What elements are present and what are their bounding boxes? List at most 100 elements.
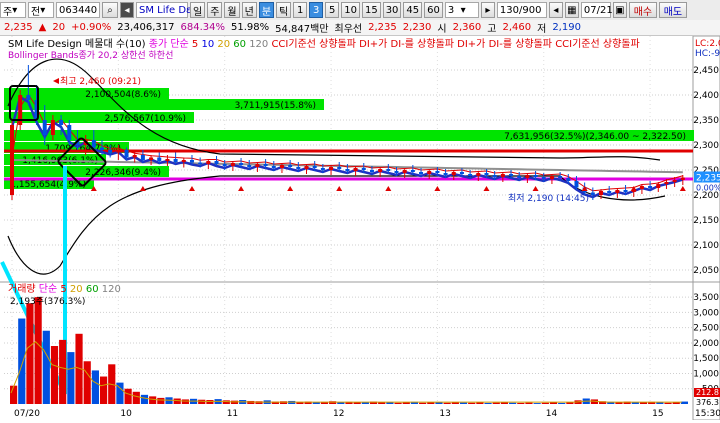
interval-45-button[interactable]: 45	[403, 2, 423, 18]
time-tick-label: 12	[333, 409, 344, 419]
candle-body	[484, 173, 489, 175]
period-day-button[interactable]: 일	[190, 2, 206, 18]
candle-body	[639, 186, 644, 189]
title-item: 10	[201, 39, 217, 50]
toolbar: 주 ▾ 전 ▾ 063440 ⌕ ◂ SM Life Dε 일 주 월 년 분 틱 …	[0, 0, 720, 21]
price-tick-label: 2,100	[693, 241, 719, 251]
candle-body	[549, 176, 554, 179]
time-tick-label: 07/20	[14, 409, 40, 419]
candle-body	[304, 166, 309, 169]
quote-row: 2,235 ▲ 20 +0.90% 23,406,317 684.34% 51.…	[0, 20, 720, 36]
calendar-icon[interactable]: ▦	[564, 2, 579, 18]
candle-body	[664, 182, 669, 184]
volume-bar	[10, 385, 18, 404]
interval-3-button[interactable]: 3	[309, 2, 324, 18]
volume-tag-2: 376.3	[696, 398, 719, 407]
volume-title-item: 단순	[39, 283, 61, 295]
price-panel-title-2: Bollinger Bands종가 20,2 상한선 하한선	[8, 50, 173, 61]
period-year-button[interactable]: 년	[241, 2, 257, 18]
count-field[interactable]: 130/900	[496, 2, 547, 18]
board-select[interactable]: 전 ▾	[28, 2, 54, 18]
search-icon[interactable]: ⌕	[102, 2, 118, 18]
buy-button[interactable]: 매수	[628, 2, 657, 18]
volume-bar	[558, 402, 566, 404]
candle-body	[509, 174, 514, 176]
candle-body	[672, 180, 677, 182]
candle-body	[492, 175, 497, 177]
candle-body	[386, 169, 391, 171]
volume-title-item: 거래량	[8, 283, 39, 295]
time-tick-label: 14	[546, 409, 558, 419]
quote-change: 20	[52, 22, 66, 33]
volume-title-item: 5	[60, 284, 70, 295]
volume-bar	[26, 303, 34, 404]
volume-bar	[500, 402, 509, 404]
interval-30-button[interactable]: 30	[382, 2, 402, 18]
stock-name-field[interactable]: SM Life Dε	[136, 2, 191, 18]
quote-change-pct: +0.90%	[71, 22, 112, 33]
candle-body	[222, 164, 227, 166]
volume-bar	[132, 391, 140, 404]
volume-bar	[91, 370, 99, 404]
lock-icon[interactable]: ▣	[612, 2, 627, 18]
market-select[interactable]: 주 ▾	[0, 2, 26, 18]
time-tick-label: 10	[120, 409, 132, 419]
candle-body	[116, 150, 121, 153]
code-input[interactable]: 063440	[56, 2, 100, 18]
volume-tick-label: 3,500	[693, 293, 719, 303]
volume-tag-1: 212.8	[696, 388, 719, 397]
candle-body	[149, 157, 154, 160]
period-min-button[interactable]: 분	[258, 2, 275, 18]
quote-low-label: 저	[537, 24, 547, 35]
period-tick-button[interactable]: 틱	[276, 2, 292, 18]
board-select-label: 전	[31, 6, 41, 18]
candle-body	[615, 190, 620, 193]
interval-custom-select[interactable]: 3 ▾	[444, 2, 479, 18]
candle-body	[353, 168, 358, 171]
price-tick-label: 2,200	[693, 191, 719, 201]
interval-custom-value: 3	[447, 4, 455, 16]
volume-bar	[484, 402, 492, 404]
volume-tick-label: 2,000	[693, 339, 719, 349]
period-week-button[interactable]: 주	[207, 2, 223, 18]
interval-10-button[interactable]: 10	[341, 2, 360, 18]
period-month-button[interactable]: 월	[224, 2, 240, 18]
price-volume-chart[interactable]: 2,0502,1002,1502,2002,2502,3002,3502,400…	[0, 35, 720, 421]
candle-body	[50, 120, 55, 135]
date-field[interactable]: 07/21	[580, 2, 613, 18]
volume-bar	[517, 402, 525, 404]
volume-bar	[124, 388, 132, 404]
price-tag-text: 2,235	[696, 174, 720, 184]
settings-icon[interactable]: ▸	[480, 2, 495, 18]
interval-15-button[interactable]: 15	[361, 2, 381, 18]
candle-body	[157, 157, 162, 161]
volume-panel-title: 거래량 단순 5 20 60 120	[8, 283, 121, 295]
candle-body	[239, 163, 244, 165]
candle-body	[189, 160, 194, 163]
volume-title-item: 60	[86, 284, 102, 295]
volume-bar	[664, 402, 672, 404]
interval-1-button[interactable]: 1	[293, 2, 308, 18]
volume-tick-label: 2,500	[693, 324, 719, 334]
chart-area[interactable]: 2,050 2,100 2,150 2,200 2,250 2,300 2,350 2,400…	[0, 35, 720, 421]
volume-bar	[525, 402, 533, 404]
interval-5-button[interactable]: 5	[325, 2, 340, 18]
expand-icon[interactable]: ◂	[548, 2, 563, 18]
candle-body	[271, 166, 276, 168]
volume-bar	[353, 402, 361, 404]
volume-title-item: 20	[70, 284, 86, 295]
volume-bar	[18, 318, 26, 404]
sell-button[interactable]: 매도	[658, 2, 687, 18]
title-item: 5	[192, 39, 202, 50]
candle-body	[500, 174, 505, 177]
title-item: DI+가 DI-를 상향돌파	[359, 38, 457, 50]
quote-open-label: 시	[437, 24, 447, 35]
interval-60-button[interactable]: 60	[424, 2, 443, 18]
candle-body	[10, 125, 14, 195]
prev-stock-icon[interactable]: ◂	[120, 2, 134, 18]
time-tick-label: 15	[652, 409, 663, 419]
volume-bar	[42, 330, 50, 404]
volume-bar	[59, 339, 67, 404]
volume-bar	[680, 401, 688, 404]
volume-bar	[451, 402, 459, 404]
